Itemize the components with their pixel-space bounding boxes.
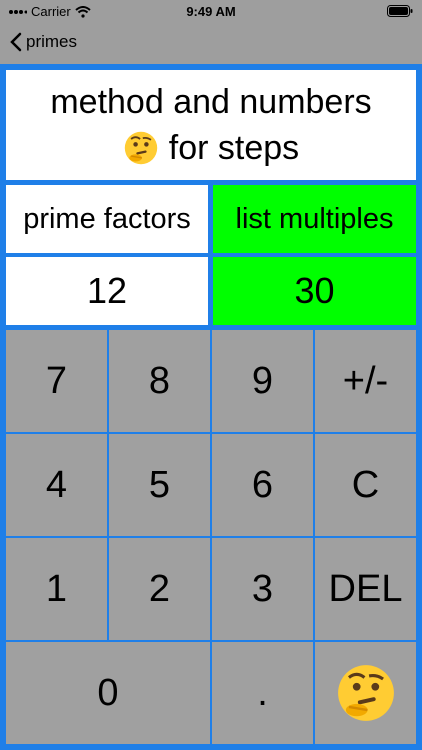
key-8[interactable]: 8 [109, 330, 210, 432]
status-bar: Carrier 9:49 AM [0, 0, 422, 24]
key-9[interactable]: 9 [212, 330, 313, 432]
instruction-title: method and numbers for steps [6, 70, 416, 180]
keypad: 7 8 9 +/- 4 5 6 C 1 2 3 DEL 0 . [6, 330, 416, 744]
title-line-2-text: for steps [168, 129, 300, 167]
thinking-face-icon [337, 665, 394, 721]
status-time: 9:49 AM [186, 4, 236, 19]
key-5[interactable]: 5 [109, 434, 210, 536]
list-multiples-label: list multiples [235, 202, 394, 235]
battery-icon [387, 5, 413, 17]
clear-key[interactable]: C [315, 434, 416, 536]
chevron-left-icon [10, 32, 22, 52]
key-4[interactable]: 4 [6, 434, 107, 536]
list-multiples-button[interactable]: list multiples [213, 185, 416, 253]
prime-factors-button[interactable]: prime factors [6, 185, 208, 253]
first-number-value: 12 [86, 270, 128, 311]
decimal-key[interactable]: . [212, 642, 313, 744]
prime-factors-label: prime factors [23, 202, 191, 235]
thinking-face-icon [124, 131, 157, 165]
plus-minus-key[interactable]: +/- [315, 330, 416, 432]
back-label: primes [26, 32, 78, 51]
back-button[interactable]: primes [10, 32, 77, 52]
delete-key[interactable]: DEL [315, 538, 416, 640]
key-0[interactable]: 0 [6, 642, 210, 744]
second-number-field[interactable]: 30 [213, 257, 416, 325]
key-2[interactable]: 2 [109, 538, 210, 640]
first-number-field[interactable]: 12 [6, 257, 208, 325]
status-right [387, 5, 413, 17]
title-line-1: method and numbers [50, 83, 372, 121]
calculator-frame: method and numbers for steps prime facto… [0, 64, 422, 750]
hint-key[interactable] [315, 642, 416, 744]
key-1[interactable]: 1 [6, 538, 107, 640]
key-6[interactable]: 6 [212, 434, 313, 536]
key-7[interactable]: 7 [6, 330, 107, 432]
nav-bar: primes [0, 24, 422, 64]
second-number-value: 30 [294, 270, 335, 311]
title-line-2: for steps [123, 125, 299, 171]
key-3[interactable]: 3 [212, 538, 313, 640]
